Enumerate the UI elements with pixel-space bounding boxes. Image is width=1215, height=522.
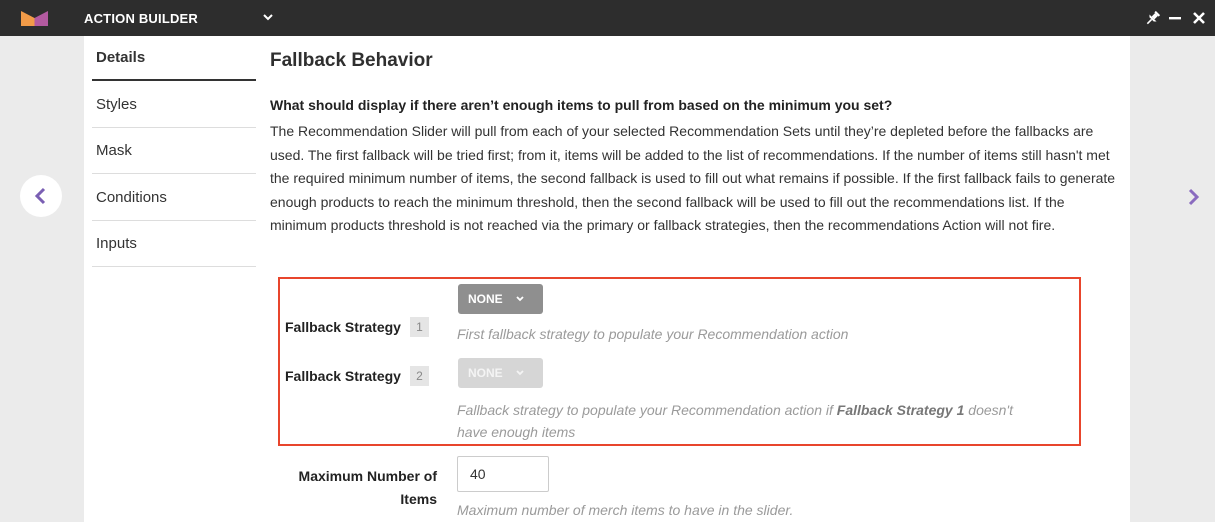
max-items-help: Maximum number of merch items to have in… <box>457 502 794 518</box>
max-items-label: Maximum Number of Items <box>270 465 437 511</box>
help-strong: Fallback Strategy 1 <box>836 402 965 418</box>
chevron-down-icon <box>516 370 524 376</box>
tab-label: Mask <box>96 142 132 159</box>
label-line: Items <box>400 491 437 507</box>
label-line: Maximum Number of <box>298 468 437 484</box>
tab-label: Details <box>96 49 146 66</box>
fallback-strategy-1-label: Fallback Strategy <box>285 319 401 335</box>
close-icon[interactable] <box>1190 9 1208 27</box>
tab-label: Styles <box>96 96 137 113</box>
chevron-down-icon <box>516 296 524 302</box>
help-text: doesn't <box>964 402 1013 418</box>
fallback-strategy-2-badge: 2 <box>410 366 429 386</box>
fallback-strategy-1-dropdown[interactable]: NONE <box>458 284 543 314</box>
chevron-left-icon <box>34 187 46 205</box>
right-gutter <box>1130 36 1215 522</box>
minimize-icon[interactable] <box>1166 9 1184 27</box>
tab-label: Conditions <box>96 189 167 206</box>
fallback-strategy-2-help: Fallback strategy to populate your Recom… <box>457 399 1077 443</box>
tab-styles[interactable]: Styles <box>92 82 256 128</box>
pin-icon[interactable] <box>1144 9 1162 27</box>
tab-label: Inputs <box>96 235 137 252</box>
dropdown-value: NONE <box>468 292 503 306</box>
tab-conditions[interactable]: Conditions <box>92 175 256 221</box>
left-gutter <box>0 36 84 522</box>
brand-logo <box>21 11 48 26</box>
title-bar: ACTION BUILDER <box>0 0 1215 36</box>
chevron-right-icon[interactable] <box>1187 188 1201 206</box>
fallback-strategy-2-label: Fallback Strategy <box>285 368 401 384</box>
help-text: have enough items <box>457 424 576 440</box>
previous-button[interactable] <box>20 175 62 217</box>
fallback-description: The Recommendation Slider will pull from… <box>270 123 1116 233</box>
fallback-strategy-1-help: First fallback strategy to populate your… <box>457 326 849 342</box>
sidebar-nav: Details Styles Mask Conditions Inputs <box>84 36 256 522</box>
tab-inputs[interactable]: Inputs <box>92 221 256 267</box>
dropdown-value: NONE <box>468 366 503 380</box>
app-title: ACTION BUILDER <box>84 11 199 26</box>
max-items-input[interactable]: 40 <box>457 456 549 492</box>
help-text: Fallback strategy to populate your Recom… <box>457 402 837 418</box>
fallback-question: What should display if there aren’t enou… <box>270 97 893 113</box>
fallback-strategy-2-dropdown[interactable]: NONE <box>458 358 543 388</box>
tab-details[interactable]: Details <box>92 36 256 81</box>
section-title: Fallback Behavior <box>270 50 433 71</box>
tab-mask[interactable]: Mask <box>92 128 256 174</box>
fallback-strategy-1-badge: 1 <box>410 317 429 337</box>
chevron-down-icon[interactable] <box>262 11 274 23</box>
